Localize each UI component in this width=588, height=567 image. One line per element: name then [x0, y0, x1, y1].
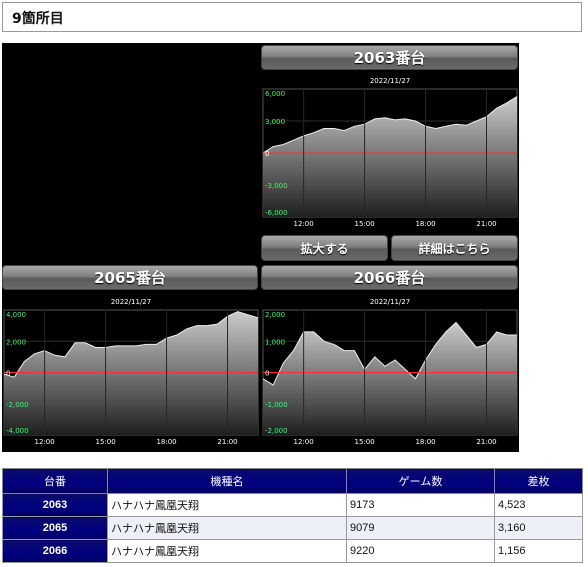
machine-table: 台番 機種名 ゲーム数 差枚 2063 ハナハナ鳳凰天翔 9173 4,523 …	[2, 468, 583, 563]
zoom-button[interactable]: 拡大する	[261, 235, 388, 261]
chart-2063-svg: 2022/11/27 6,000 3,000 0 -3,000 -6,000 12:00 15…	[262, 77, 518, 228]
y-tick-label: 0	[265, 150, 269, 158]
table-header-row: 台番 機種名 ゲーム数 差枚	[2, 468, 583, 494]
chart-title-2063: 2063番台	[261, 45, 518, 70]
chart-title-2066: 2066番台	[261, 265, 518, 290]
x-tick-label: 18:00	[415, 220, 435, 228]
cell-machine-no[interactable]: 2066	[2, 539, 108, 563]
y-tick-label: -2,000	[265, 427, 288, 435]
col-model: 機種名	[107, 468, 347, 494]
chart-2065: 2022/11/27 4,000 2,000 0 -2,000 -4,000 12:00 15…	[2, 293, 260, 453]
chart-2065-svg: 2022/11/27 4,000 2,000 0 -2,000 -4,000 12:00 15…	[3, 298, 259, 446]
y-tick-label: -6,000	[265, 209, 288, 217]
chart-date-label: 2022/11/27	[370, 298, 410, 306]
cell-diff: 1,156	[494, 539, 583, 563]
chart-2066: 2022/11/27 2,000 1,000 0 -1,000 -2,000 12:00 15…	[261, 293, 519, 453]
cell-games: 9173	[346, 493, 495, 517]
x-tick-label: 21:00	[476, 438, 496, 446]
y-tick-label: 0	[6, 370, 10, 378]
y-tick-label: -3,000	[265, 182, 288, 190]
y-tick-label: 1,000	[265, 338, 285, 346]
table-row[interactable]: 2063 ハナハナ鳳凰天翔 9173 4,523	[2, 493, 583, 517]
table-row[interactable]: 2065 ハナハナ鳳凰天翔 9079 3,160	[2, 516, 583, 540]
cell-machine-no[interactable]: 2063	[2, 493, 108, 517]
y-tick-label: 2,000	[6, 338, 26, 346]
chart-2066-svg: 2022/11/27 2,000 1,000 0 -1,000 -2,000 12:00 15…	[262, 298, 518, 446]
cell-model: ハナハナ鳳凰天翔	[107, 516, 347, 540]
y-tick-label: -4,000	[6, 427, 29, 435]
x-tick-label: 15:00	[355, 220, 375, 228]
x-tick-label: 18:00	[156, 438, 176, 446]
col-diff: 差枚	[494, 468, 583, 494]
y-tick-label: 2,000	[265, 311, 285, 319]
x-tick-label: 21:00	[476, 220, 496, 228]
cell-model: ハナハナ鳳凰天翔	[107, 539, 347, 563]
chart-date-label: 2022/11/27	[370, 77, 410, 85]
chart-2063: 2022/11/27 6,000 3,000 0 -3,000 -6,000 12:00 15…	[261, 73, 519, 259]
y-tick-label: -1,000	[265, 401, 288, 409]
x-tick-label: 18:00	[415, 438, 435, 446]
x-tick-label: 12:00	[294, 220, 314, 228]
table-row[interactable]: 2066 ハナハナ鳳凰天翔 9220 1,156	[2, 539, 583, 563]
section-title: 9箇所目	[12, 11, 64, 27]
y-tick-label: 4,000	[6, 311, 26, 319]
cell-machine-no[interactable]: 2065	[2, 516, 108, 540]
section-header: 9箇所目	[2, 2, 582, 32]
y-tick-label: 0	[265, 370, 269, 378]
cell-model: ハナハナ鳳凰天翔	[107, 493, 347, 517]
col-machine-no: 台番	[2, 468, 108, 494]
x-tick-label: 21:00	[217, 438, 237, 446]
x-tick-label: 12:00	[35, 438, 55, 446]
y-tick-label: -2,000	[6, 401, 29, 409]
cell-games: 9079	[346, 516, 495, 540]
x-tick-label: 12:00	[294, 438, 314, 446]
chart-date-label: 2022/11/27	[111, 298, 151, 306]
x-tick-label: 15:00	[355, 438, 375, 446]
detail-button[interactable]: 詳細はこちら	[391, 235, 518, 261]
cell-diff: 4,523	[494, 493, 583, 517]
y-tick-label: 3,000	[265, 118, 285, 126]
cell-diff: 3,160	[494, 516, 583, 540]
cell-games: 9220	[346, 539, 495, 563]
x-tick-label: 15:00	[96, 438, 116, 446]
chart-title-2065: 2065番台	[2, 265, 258, 290]
y-tick-label: 6,000	[265, 90, 285, 98]
charts-panel: 2063番台 2022/11/27 6,000 3,000 0 -3,000 -6,000…	[2, 43, 519, 452]
col-games: ゲーム数	[346, 468, 495, 494]
